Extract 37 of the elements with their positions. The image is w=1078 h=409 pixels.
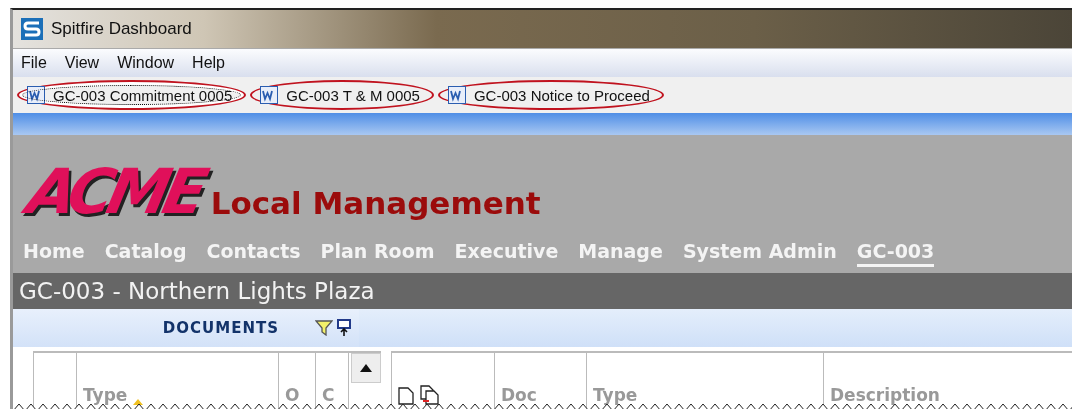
nav-link[interactable]: Contacts [206,239,301,267]
column-header[interactable]: O [285,385,300,405]
company-logo: ACME [22,161,208,223]
nav-link[interactable]: Manage [578,239,663,267]
menu-item[interactable]: View [64,54,100,72]
nav-link[interactable]: Executive [454,239,559,267]
nav-link[interactable]: Plan Room [320,239,435,267]
column-header[interactable]: C [322,385,335,405]
document-tab[interactable]: GC-003 T & M 0005 [250,80,434,110]
panel-title: DOCUMENTS [162,319,279,337]
nav-link[interactable]: GC-003 [856,239,935,267]
document-tab[interactable]: GC-003 Notice to Proceed [437,80,664,110]
app-logo-icon [21,18,43,40]
menu-item[interactable]: File [21,54,47,72]
word-document-icon [260,86,279,104]
nav-link[interactable]: Catalog [104,239,187,267]
document-icon[interactable] [398,387,414,405]
app-name: Local Management [210,185,541,221]
word-document-icon [447,86,466,104]
sort-arrow-icon [133,399,144,405]
window-title: Spitfire Dashboard [51,19,192,39]
column-header[interactable]: Description [830,385,940,405]
column-header[interactable]: Type [83,385,128,405]
copy-document-icon[interactable] [420,385,440,405]
column-header[interactable]: Doc [501,385,537,405]
nav-link[interactable]: System Admin [682,239,837,267]
document-tab[interactable]: GC-003 Commitment 0005 [17,80,247,110]
column-header[interactable]: Type [593,385,638,405]
up-arrow-icon [360,364,372,372]
menu-item[interactable]: Window [117,54,175,72]
scroll-up-button[interactable] [351,353,381,383]
nav-link[interactable]: Home [23,239,85,267]
project-title: GC-003 - Northern Lights Plaza [19,278,375,304]
filter-icon[interactable] [315,320,333,336]
menu-item[interactable]: Help [192,54,225,72]
word-document-icon [27,86,45,104]
pin-icon[interactable] [337,319,351,337]
